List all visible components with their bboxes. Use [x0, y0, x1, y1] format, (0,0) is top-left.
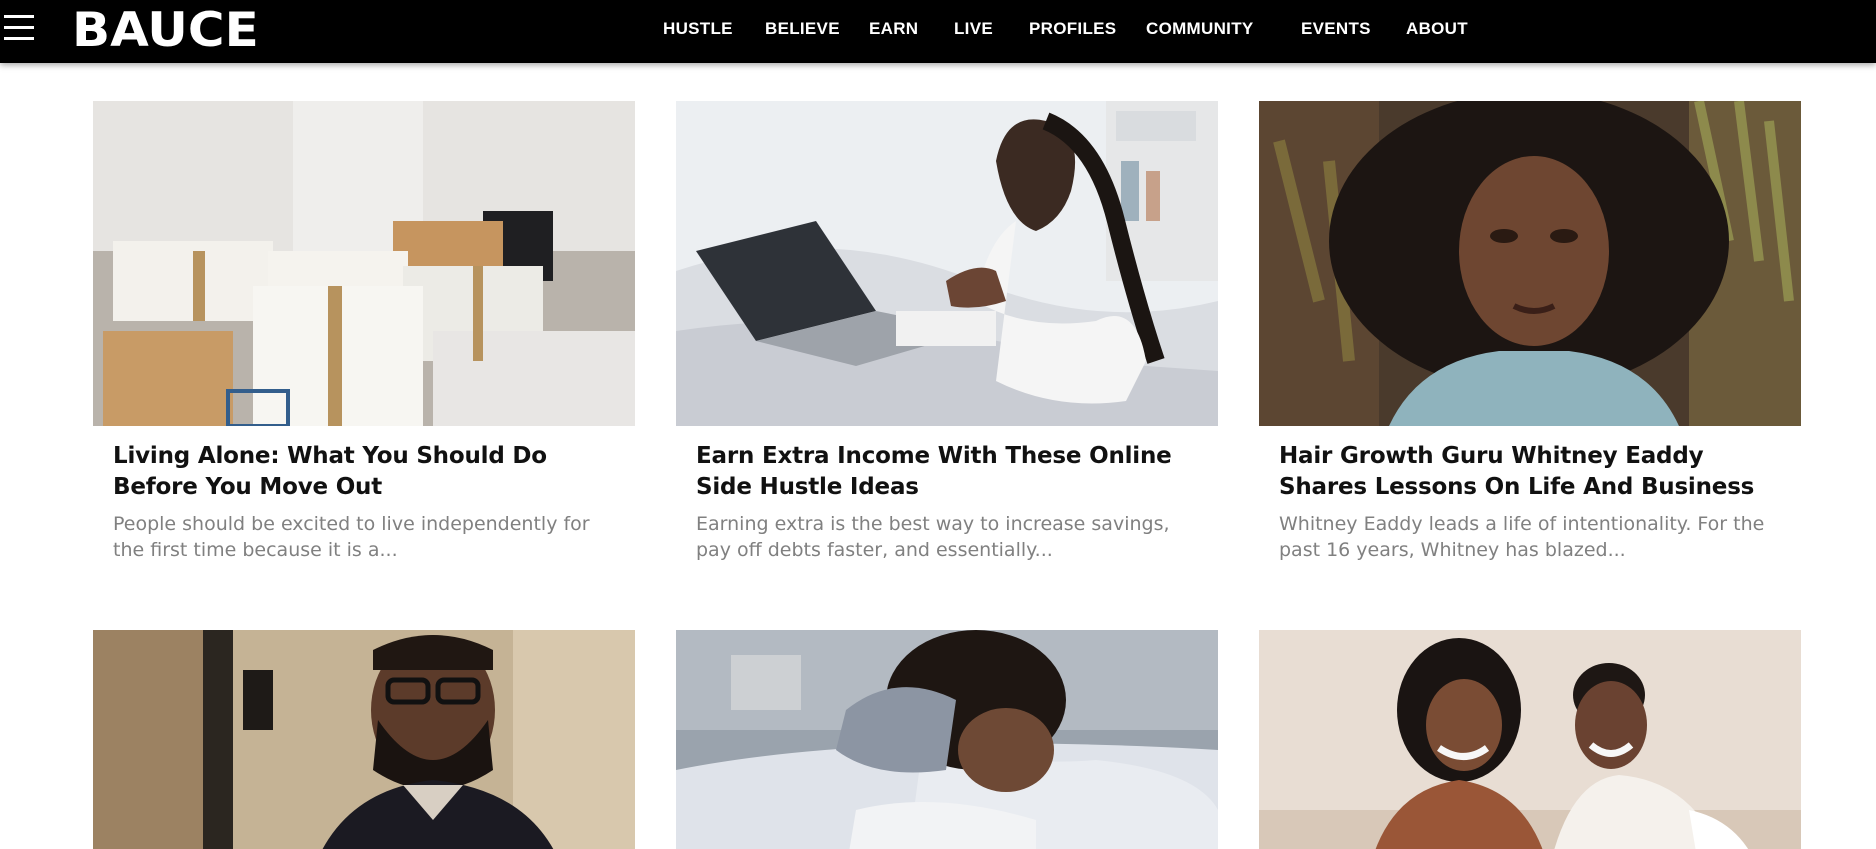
nav-item-about[interactable]: ABOUT: [1406, 19, 1468, 39]
article-image-woman-natural-hair[interactable]: [1259, 101, 1801, 426]
article-title[interactable]: Earn Extra Income With These Online Side…: [696, 441, 1201, 503]
nav-item-community[interactable]: COMMUNITY: [1146, 19, 1254, 39]
nav-item-earn[interactable]: EARN: [869, 19, 918, 39]
main-nav: HUSTLE BELIEVE EARN LIVE PROFILES COMMUN…: [0, 0, 1876, 60]
nav-item-profiles[interactable]: PROFILES: [1029, 19, 1116, 39]
article-title[interactable]: Hair Growth Guru Whitney Eaddy Shares Le…: [1279, 441, 1784, 503]
article-grid: Living Alone: What You Should Do Before …: [0, 0, 1876, 849]
article-image-moving-boxes[interactable]: [93, 101, 635, 426]
article-excerpt: People should be excited to live indepen…: [113, 513, 590, 561]
nav-item-live[interactable]: LIVE: [954, 19, 993, 39]
article-image-woman-laptop[interactable]: [676, 101, 1218, 426]
article-image-woman-sleeping[interactable]: [676, 630, 1218, 849]
site-header: BAUCE HUSTLE BELIEVE EARN LIVE PROFILES …: [0, 0, 1876, 63]
article-title[interactable]: Living Alone: What You Should Do Before …: [113, 441, 618, 503]
article-image-two-women[interactable]: [1259, 630, 1801, 849]
nav-item-hustle[interactable]: HUSTLE: [663, 19, 733, 39]
nav-item-believe[interactable]: BELIEVE: [765, 19, 840, 39]
article-image-man-glasses[interactable]: [93, 630, 635, 849]
article-excerpt: Whitney Eaddy leads a life of intentiona…: [1279, 513, 1765, 561]
nav-item-events[interactable]: EVENTS: [1301, 19, 1371, 39]
article-excerpt: Earning extra is the best way to increas…: [696, 513, 1170, 561]
